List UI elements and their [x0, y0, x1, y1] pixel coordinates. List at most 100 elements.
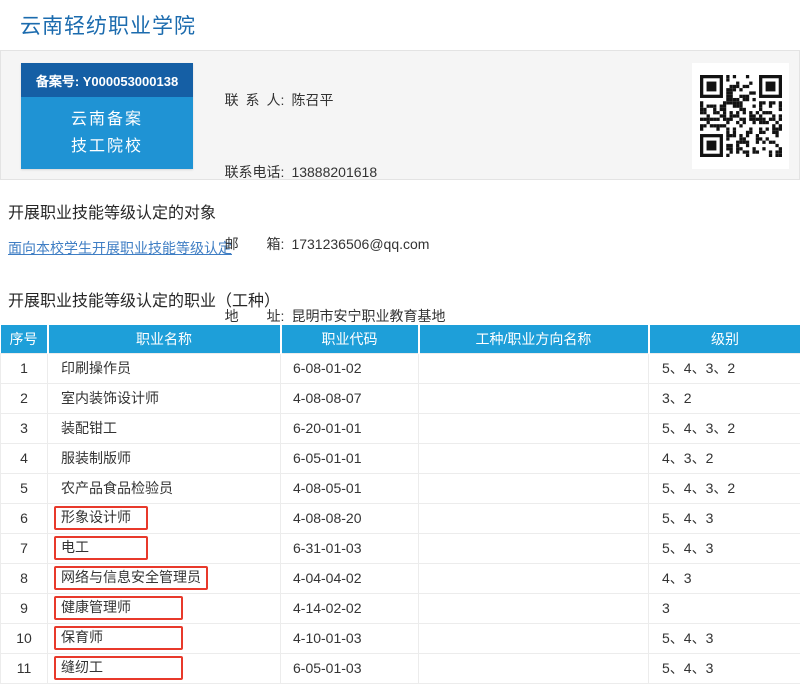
direction-name — [419, 443, 649, 473]
direction-name — [419, 413, 649, 443]
occupation-name-text: 缝纫工 — [54, 656, 183, 680]
table-row: 9 健康管理师 4-14-02-02 3 — [1, 593, 800, 623]
direction-name — [419, 353, 649, 383]
table-row: 11 缝纫工 6-05-01-03 5、4、3 — [1, 653, 800, 683]
occupation-name: 服装制版师 — [48, 443, 281, 473]
occupation-name-text: 农产品食品检验员 — [61, 480, 173, 496]
row-number: 7 — [1, 533, 48, 563]
direction-name — [419, 623, 649, 653]
contact-label: 邮 箱: — [225, 236, 285, 252]
occupation-levels: 3 — [649, 593, 800, 623]
occupation-levels: 5、4、3 — [649, 503, 800, 533]
occupation-name: 装配钳工 — [48, 413, 281, 443]
occupation-name: 室内装饰设计师 — [48, 383, 281, 413]
column-header: 级别 — [649, 325, 800, 353]
row-number: 10 — [1, 623, 48, 653]
table-row: 2 室内装饰设计师 4-08-08-07 3、2 — [1, 383, 800, 413]
record-type-badge: 云南备案 技工院校 — [21, 97, 193, 169]
occupation-name-text: 服装制版师 — [61, 450, 131, 466]
table-row: 6 形象设计师 4-08-08-20 5、4、3 — [1, 503, 800, 533]
qr-code — [692, 63, 789, 169]
occupation-name-text: 网络与信息安全管理员 — [54, 566, 208, 590]
occupation-code: 4-10-01-03 — [281, 623, 419, 653]
table-row: 3 装配钳工 6-20-01-01 5、4、3、2 — [1, 413, 800, 443]
contact-info: 联 系 人: 陈召平 联系电话:13888201618 邮 箱: 173123650… — [209, 63, 445, 352]
occupation-name-text: 装配钳工 — [61, 420, 117, 436]
record-number: 备案号: Y000053000138 — [21, 63, 193, 97]
row-number: 3 — [1, 413, 48, 443]
table-row: 4 服装制版师 6-05-01-01 4、3、2 — [1, 443, 800, 473]
occupation-name-text: 印刷操作员 — [61, 360, 131, 376]
objects-scope-link[interactable]: 面向本校学生开展职业技能等级认定 — [8, 238, 232, 258]
contact-value: 昆明市安宁职业教育基地 — [291, 308, 445, 324]
record-card: 备案号: Y000053000138 云南备案 技工院校 — [21, 63, 193, 169]
page-header: 云南轻纺职业学院 — [0, 0, 800, 50]
row-number: 11 — [1, 653, 48, 683]
table-row: 1 印刷操作员 6-08-01-02 5、4、3、2 — [1, 353, 800, 383]
contact-line: 邮 箱: 1731236506@qq.com — [209, 208, 445, 280]
direction-name — [419, 383, 649, 413]
occupation-code: 4-08-08-07 — [281, 383, 419, 413]
occupation-name-text: 电工 — [54, 536, 148, 560]
column-header: 序号 — [1, 325, 48, 353]
direction-name — [419, 653, 649, 683]
occupation-name-text: 健康管理师 — [54, 596, 183, 620]
occupation-code: 6-20-01-01 — [281, 413, 419, 443]
occupation-name: 网络与信息安全管理员 — [48, 563, 281, 593]
occupation-code: 6-31-01-03 — [281, 533, 419, 563]
occupation-levels: 3、2 — [649, 383, 800, 413]
occupation-code: 6-08-01-02 — [281, 353, 419, 383]
occupation-levels: 4、3、2 — [649, 443, 800, 473]
row-number: 4 — [1, 443, 48, 473]
occupation-levels: 5、4、3、2 — [649, 413, 800, 443]
contact-line: 联 系 人: 陈召平 — [209, 64, 445, 136]
row-number: 5 — [1, 473, 48, 503]
record-type-line2: 技工院校 — [21, 133, 193, 160]
record-type-line1: 云南备案 — [21, 106, 193, 133]
occupation-code: 4-04-04-02 — [281, 563, 419, 593]
occupation-name: 保育师 — [48, 623, 281, 653]
row-number: 1 — [1, 353, 48, 383]
occupation-levels: 5、4、3 — [649, 653, 800, 683]
row-number: 8 — [1, 563, 48, 593]
occupations-table: 序号职业名称职业代码工种/职业方向名称级别 1 印刷操作员 6-08-01-02… — [0, 325, 800, 684]
page-title: 云南轻纺职业学院 — [20, 10, 196, 40]
occupation-levels: 5、4、3 — [649, 623, 800, 653]
occupation-name-text: 室内装饰设计师 — [61, 390, 159, 406]
occupation-name: 印刷操作员 — [48, 353, 281, 383]
occupation-code: 4-08-05-01 — [281, 473, 419, 503]
row-number: 2 — [1, 383, 48, 413]
column-header: 工种/职业方向名称 — [419, 325, 649, 353]
contact-value: 1731236506@qq.com — [291, 236, 429, 252]
occupation-name: 缝纫工 — [48, 653, 281, 683]
occupation-levels: 4、3 — [649, 563, 800, 593]
contact-line: 地 址: 昆明市安宁职业教育基地 — [209, 280, 445, 352]
table-row: 7 电工 6-31-01-03 5、4、3 — [1, 533, 800, 563]
direction-name — [419, 563, 649, 593]
direction-name — [419, 503, 649, 533]
occupation-name-text: 形象设计师 — [54, 506, 148, 530]
contact-label: 联 系 人: — [225, 92, 285, 108]
occupation-name: 农产品食品检验员 — [48, 473, 281, 503]
occupation-levels: 5、4、3、2 — [649, 353, 800, 383]
direction-name — [419, 593, 649, 623]
table-row: 5 农产品食品检验员 4-08-05-01 5、4、3、2 — [1, 473, 800, 503]
row-number: 6 — [1, 503, 48, 533]
occupation-name: 形象设计师 — [48, 503, 281, 533]
contact-line: 联系电话:13888201618 — [209, 136, 445, 208]
table-row: 8 网络与信息安全管理员 4-04-04-02 4、3 — [1, 563, 800, 593]
contact-label: 联系电话: — [225, 164, 285, 180]
table-row: 10 保育师 4-10-01-03 5、4、3 — [1, 623, 800, 653]
occupation-code: 6-05-01-03 — [281, 653, 419, 683]
table-body: 1 印刷操作员 6-08-01-02 5、4、3、2 2 室内装饰设计师 4-0… — [1, 353, 800, 683]
occupation-levels: 5、4、3、2 — [649, 473, 800, 503]
direction-name — [419, 473, 649, 503]
occupation-name-text: 保育师 — [54, 626, 183, 650]
contact-value: 陈召平 — [291, 92, 333, 108]
occupation-name: 电工 — [48, 533, 281, 563]
occupation-levels: 5、4、3 — [649, 533, 800, 563]
occupation-code: 6-05-01-01 — [281, 443, 419, 473]
direction-name — [419, 533, 649, 563]
contact-label: 地 址: — [225, 308, 285, 324]
row-number: 9 — [1, 593, 48, 623]
